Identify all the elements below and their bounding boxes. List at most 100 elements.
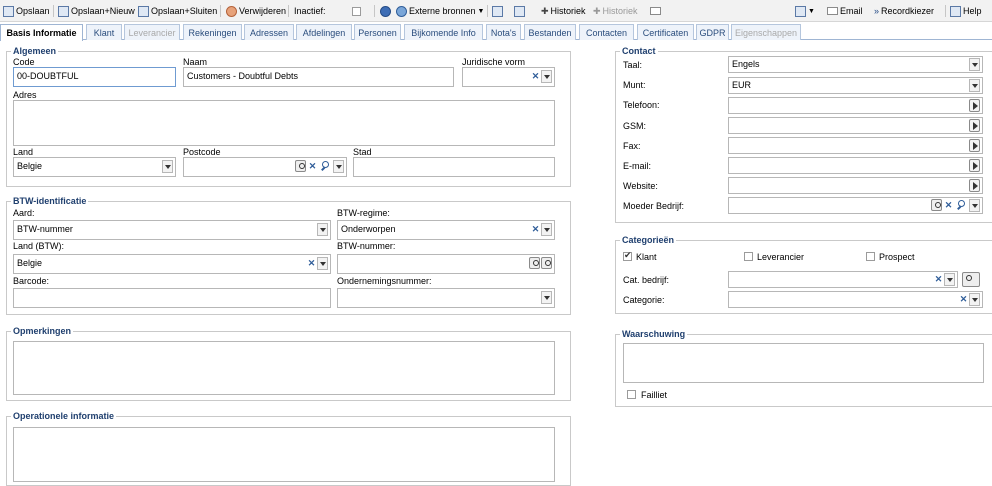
tab-basis-informatie[interactable]: Basis Informatie	[0, 24, 83, 41]
delete-button[interactable]: Verwijderen	[226, 4, 286, 18]
tab-eigenschappen[interactable]: Eigenschappen	[731, 24, 801, 40]
barcode-input[interactable]	[13, 288, 331, 308]
categorie-select[interactable]: ✕	[728, 291, 983, 308]
gsm-label: GSM:	[623, 121, 647, 131]
tab-certificaten[interactable]: Certificaten	[637, 24, 694, 40]
opmerkingen-textarea[interactable]	[13, 341, 555, 395]
calculator-button[interactable]	[492, 4, 505, 18]
postcode-input[interactable]: ✕	[183, 157, 347, 177]
tab-personen[interactable]: Personen	[354, 24, 401, 40]
filter-icon[interactable]	[541, 291, 552, 304]
leverancier-checkbox[interactable]	[744, 252, 753, 261]
prospect-checkbox[interactable]	[866, 252, 875, 261]
tab-gdpr[interactable]: GDPR	[696, 24, 729, 40]
tab-adressen[interactable]: Adressen	[244, 24, 294, 40]
tab-contacten[interactable]: Contacten	[579, 24, 634, 40]
help-button[interactable]: Help	[950, 4, 982, 18]
search-box-icon[interactable]	[295, 160, 306, 172]
chevron-down-icon[interactable]	[969, 58, 980, 71]
ondernemingsnummer-label: Ondernemingsnummer:	[337, 276, 432, 286]
play-icon[interactable]	[969, 99, 980, 112]
tab-rekeningen[interactable]: Rekeningen	[183, 24, 242, 40]
history-button[interactable]: ✚ Historiek	[541, 4, 586, 18]
naam-input[interactable]: Customers - Doubtful Debts	[183, 67, 454, 87]
tab-notas[interactable]: Nota's	[486, 24, 521, 40]
chevron-down-icon[interactable]	[969, 293, 980, 306]
aard-select[interactable]: BTW-nummer	[13, 220, 331, 240]
moeder-bedrijf-input[interactable]: ✕	[728, 197, 983, 214]
chevron-down-icon[interactable]	[317, 257, 328, 270]
layout-dropdown-button[interactable]: ▼	[795, 4, 815, 18]
clear-icon[interactable]: ✕	[959, 294, 968, 305]
clear-icon[interactable]: ✕	[307, 258, 316, 269]
chevron-down-icon[interactable]	[333, 160, 344, 173]
operationele-informatie-textarea[interactable]	[13, 427, 555, 482]
record-picker-button[interactable]: » Recordkiezer	[874, 4, 934, 18]
taal-select[interactable]: Engels	[728, 56, 983, 73]
chevron-down-icon[interactable]	[969, 79, 980, 92]
tab-afdelingen[interactable]: Afdelingen	[296, 24, 352, 40]
inactive-checkbox-box	[352, 6, 361, 16]
tab-leverancier[interactable]: Leverancier	[124, 24, 180, 40]
magnifier-icon[interactable]	[956, 199, 967, 211]
clear-icon[interactable]: ✕	[934, 274, 943, 285]
info-button[interactable]	[380, 4, 393, 18]
tab-bestanden[interactable]: Bestanden	[524, 24, 576, 40]
cat-bedrijf-select[interactable]: ✕	[728, 271, 958, 288]
chevron-down-icon[interactable]	[541, 223, 552, 236]
email-input[interactable]	[728, 157, 983, 174]
chevron-down-icon[interactable]	[944, 273, 955, 286]
clear-icon[interactable]: ✕	[308, 161, 317, 172]
play-icon[interactable]	[969, 139, 980, 152]
search-box-icon[interactable]	[529, 257, 540, 269]
klant-checkbox[interactable]	[623, 250, 632, 261]
chevron-down-icon[interactable]	[162, 160, 173, 173]
chevron-down-icon[interactable]	[969, 199, 980, 212]
save-button[interactable]: Opslaan	[3, 4, 50, 18]
chevron-down-icon[interactable]	[541, 70, 552, 83]
save-new-button[interactable]: Opslaan+Nieuw	[58, 4, 135, 18]
play-icon[interactable]	[969, 119, 980, 132]
code-label: Code	[13, 57, 35, 67]
inactive-checkbox[interactable]	[352, 4, 361, 18]
toolbar-separator	[53, 5, 54, 17]
email-button[interactable]: Email	[827, 4, 863, 18]
website-input[interactable]	[728, 177, 983, 194]
taal-label: Taal:	[623, 60, 643, 70]
inactive-label: Inactief:	[294, 6, 326, 16]
btw-regime-select[interactable]: Onderworpen ✕	[337, 220, 555, 240]
juridische-vorm-select[interactable]: ✕	[462, 67, 555, 87]
clear-icon[interactable]: ✕	[531, 224, 540, 235]
land-btw-select[interactable]: Belgie ✕	[13, 254, 331, 274]
waarschuwing-textarea[interactable]	[623, 343, 984, 383]
clear-icon[interactable]: ✕	[531, 71, 540, 82]
validate-icon[interactable]	[541, 257, 552, 269]
manage-categories-icon[interactable]	[962, 272, 980, 287]
mail-button[interactable]	[650, 4, 663, 18]
external-sources-button[interactable]: Externe bronnen ▼	[396, 4, 484, 18]
save-close-button[interactable]: Opslaan+Sluiten	[138, 4, 217, 18]
tab-bijkomende-info[interactable]: Bijkomende Info	[404, 24, 483, 40]
prospect-checkbox-label: Prospect	[879, 252, 915, 262]
munt-select[interactable]: EUR	[728, 77, 983, 94]
munt-label: Munt:	[623, 80, 646, 90]
code-input[interactable]: 00-DOUBTFUL	[13, 67, 176, 87]
gsm-input[interactable]	[728, 117, 983, 134]
play-icon[interactable]	[969, 179, 980, 192]
play-icon[interactable]	[969, 159, 980, 172]
btw-nummer-input[interactable]	[337, 254, 555, 274]
land-select[interactable]: Belgie	[13, 157, 176, 177]
chevron-down-icon[interactable]	[317, 223, 328, 236]
ondernemingsnummer-input[interactable]	[337, 288, 555, 308]
search-box-icon[interactable]	[931, 199, 942, 211]
fax-input[interactable]	[728, 137, 983, 154]
failliet-checkbox[interactable]	[627, 390, 636, 399]
link-button[interactable]	[514, 4, 527, 18]
clear-icon[interactable]: ✕	[944, 200, 953, 211]
tab-klant[interactable]: Klant	[86, 24, 122, 40]
telefoon-input[interactable]	[728, 97, 983, 114]
adres-textarea[interactable]	[13, 100, 555, 146]
stad-input[interactable]	[353, 157, 555, 177]
magnifier-icon[interactable]	[320, 160, 331, 172]
history-disabled-button[interactable]: ✚ Historiek	[593, 4, 638, 18]
